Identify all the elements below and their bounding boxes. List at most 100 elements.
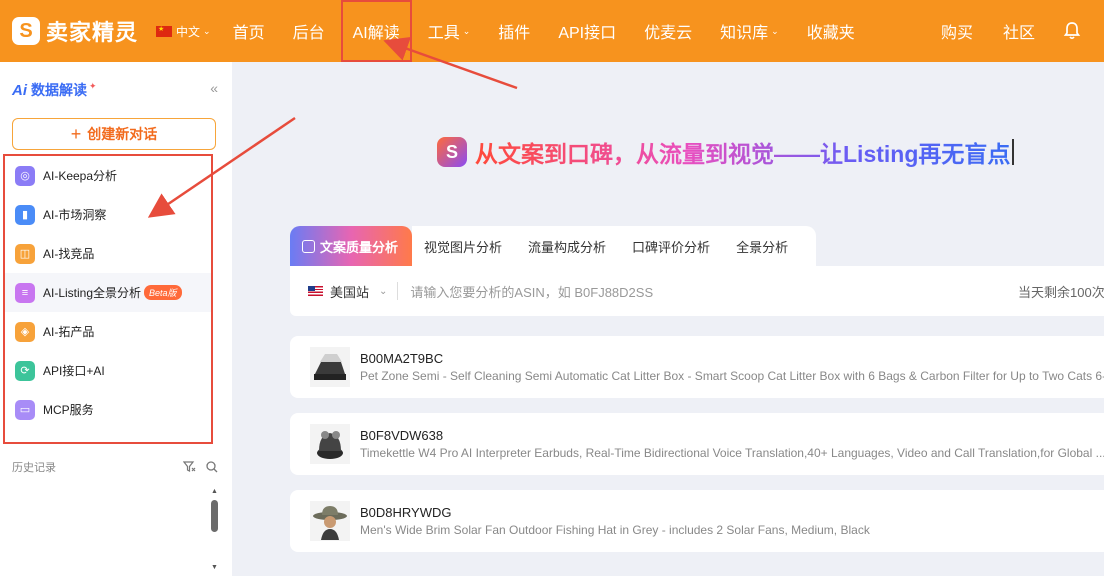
history-scrollbar[interactable]: ▲ ▼ xyxy=(209,488,219,574)
site-selector[interactable]: 美国站 xyxy=(330,282,369,301)
nav-item-community[interactable]: 社区 xyxy=(988,0,1050,62)
product-thumbnail xyxy=(310,424,350,464)
nav-item-buy[interactable]: 购买 xyxy=(926,0,988,62)
sidebar-menu-item[interactable]: ▮ AI-市场洞察 xyxy=(5,195,211,234)
product-card[interactable]: B0F8VDW638 Timekettle W4 Pro AI Interpre… xyxy=(290,413,1104,475)
tab-traffic[interactable]: 流量构成分析 xyxy=(516,226,621,266)
chevron-down-icon: ⌄ xyxy=(203,25,211,36)
sidebar-menu-item[interactable]: ◫ AI-找竞品 xyxy=(5,234,211,273)
tab-label: 口碑评价分析 xyxy=(632,239,711,255)
nav-item-ai-interpret[interactable]: AI解读 xyxy=(339,0,414,64)
product-card[interactable]: B0D8HRYWDG Men's Wide Brim Solar Fan Out… xyxy=(290,490,1104,552)
sidebar-menu-label: API接口+AI xyxy=(43,364,105,378)
api-icon: ⟳ xyxy=(15,360,35,381)
nav-item-youmaiyun[interactable]: 优麦云 xyxy=(630,0,706,62)
earbuds-image xyxy=(317,431,343,459)
sidebar-menu-label: AI-Keepa分析 xyxy=(43,169,118,183)
nav-label: 知识库 xyxy=(720,25,769,42)
sidebar-title: 数据解读 xyxy=(31,82,87,98)
keepa-icon: ◎ xyxy=(15,165,35,186)
tab-copy-quality[interactable]: 文案质量分析 xyxy=(290,226,413,266)
brand[interactable]: S 卖家精灵 xyxy=(12,15,138,47)
nav-label: 社区 xyxy=(1002,25,1035,42)
scroll-up-icon[interactable]: ▲ xyxy=(211,488,218,495)
chevron-down-icon[interactable]: ⌄ xyxy=(379,286,387,297)
sidebar-menu-label: AI-市场洞察 xyxy=(43,208,107,222)
sidebar-menu-item[interactable]: ⟳ API接口+AI xyxy=(5,351,211,390)
asin-input[interactable]: 请输入您要分析的ASIN，如 B0FJ88D2SS xyxy=(410,282,653,301)
nav-label: 收藏夹 xyxy=(806,25,855,42)
sidebar-menu-item[interactable]: ◈ AI-拓产品 xyxy=(5,312,211,351)
top-navbar: S 卖家精灵 中文 ⌄ 首页 后台 AI解读 工具⌄ 插件 API接口 优麦云 … xyxy=(0,0,1104,62)
litter-box-image xyxy=(314,354,346,380)
nav-item-home[interactable]: 首页 xyxy=(219,0,279,62)
nav-item-tools[interactable]: 工具 ⌄ xyxy=(414,0,485,62)
tab-panorama[interactable]: 全景分析 xyxy=(724,226,817,266)
nav-label: 优麦云 xyxy=(644,25,693,42)
sidebar-menu-item[interactable]: ≡ AI-Listing全景分析 Beta版 xyxy=(5,273,211,312)
cube-icon: ◈ xyxy=(15,321,35,342)
ai-tool-menu: ◎ AI-Keepa分析 ▮ AI-市场洞察 ◫ AI-找竞品 ≡ AI-Listing全景分… xyxy=(3,154,213,444)
bar-chart-icon: ▮ xyxy=(15,204,35,225)
nav-item-api[interactable]: API接口 xyxy=(544,0,630,62)
product-thumbnail xyxy=(310,501,350,541)
search-icon[interactable] xyxy=(206,461,218,473)
brand-logo-icon: S xyxy=(12,17,40,45)
product-title: Men's Wide Brim Solar Fan Outdoor Fishin… xyxy=(360,523,870,537)
nav-item-plugins[interactable]: 插件 xyxy=(484,0,544,62)
product-info: B0F8VDW638 Timekettle W4 Pro AI Interpre… xyxy=(360,428,1104,460)
mcp-icon: ▭ xyxy=(15,399,35,420)
tab-label: 全景分析 xyxy=(736,239,789,255)
nav-label: AI解读 xyxy=(352,25,400,42)
nav-item-knowledge[interactable]: 知识库 ⌄ xyxy=(706,0,793,62)
search-product-icon: ◫ xyxy=(15,243,35,264)
scrollbar-thumb[interactable] xyxy=(211,500,218,532)
product-card[interactable]: B00MA2T9BC Pet Zone Semi - Self Cleaning… xyxy=(290,336,1104,398)
brand-name: 卖家精灵 xyxy=(46,20,139,45)
new-chat-button[interactable]: + 创建新对话 xyxy=(12,118,216,150)
sparkle-icon: ✦ xyxy=(89,80,97,91)
fishing-hat-image xyxy=(313,506,347,540)
filter-clear-icon[interactable] xyxy=(183,461,196,473)
nav-label: API接口 xyxy=(558,25,617,42)
tab-label: 视觉图片分析 xyxy=(424,239,503,255)
sidebar-header: Ai 数据解读 ✦ xyxy=(0,62,232,100)
tab-reviews[interactable]: 口碑评价分析 xyxy=(620,226,725,266)
main-nav: 首页 后台 AI解读 工具 ⌄ 插件 API接口 优麦云 知识库 ⌄ 收藏夹 xyxy=(219,0,869,62)
tab-visual-image[interactable]: 视觉图片分析 xyxy=(412,226,517,266)
history-label: 历史记录 xyxy=(12,462,56,474)
beta-badge: Beta版 xyxy=(144,285,182,300)
nav-right: 购买 社区 xyxy=(926,0,1104,62)
collapse-sidebar-icon[interactable]: « xyxy=(210,80,218,96)
asin-search-bar: 美国站 ⌄ 请输入您要分析的ASIN，如 B0FJ88D2SS 当天剩余100次 xyxy=(290,266,1104,316)
tab-label: 流量构成分析 xyxy=(528,239,607,255)
page-headline: S 从文案到口碑，从流量到视觉——让Listing再无盲点 xyxy=(437,135,1015,169)
scroll-down-icon[interactable]: ▼ xyxy=(211,564,218,571)
language-selector[interactable]: 中文 ⌄ xyxy=(156,23,211,40)
language-label: 中文 xyxy=(176,24,201,39)
sidebar-menu-item[interactable]: ▭ MCP服务 xyxy=(5,390,211,429)
product-title: Pet Zone Semi - Self Cleaning Semi Autom… xyxy=(360,369,1104,383)
sidebar-menu-label: MCP服务 xyxy=(43,403,94,417)
sidebar-menu-label: AI-找竞品 xyxy=(43,247,95,261)
nav-label: 购买 xyxy=(940,25,973,42)
doc-icon xyxy=(302,239,315,253)
nav-label: 后台 xyxy=(292,25,325,42)
nav-label: 工具 xyxy=(427,25,460,42)
history-section: 历史记录 xyxy=(12,459,218,475)
sidebar-menu-item[interactable]: ◎ AI-Keepa分析 xyxy=(5,156,211,195)
remaining-quota: 当天剩余100次 xyxy=(1018,284,1104,300)
product-thumbnail xyxy=(310,347,350,387)
nav-label: 插件 xyxy=(498,25,531,42)
nav-item-favorites[interactable]: 收藏夹 xyxy=(793,0,869,62)
chevron-down-icon: ⌄ xyxy=(771,25,779,36)
text-cursor xyxy=(1012,139,1015,165)
us-flag-icon xyxy=(308,286,323,296)
ai-logo-icon: Ai xyxy=(12,81,27,99)
nav-item-backend[interactable]: 后台 xyxy=(279,0,339,62)
bell-icon[interactable] xyxy=(1062,21,1082,41)
sidebar: Ai 数据解读 ✦ « + 创建新对话 ◎ AI-Keepa分析 ▮ AI-市场洞察 ◫… xyxy=(0,62,232,576)
product-asin: B0D8HRYWDG xyxy=(360,505,452,520)
sidebar-menu-label: AI-拓产品 xyxy=(43,325,95,339)
new-chat-label: 创建新对话 xyxy=(87,126,158,142)
